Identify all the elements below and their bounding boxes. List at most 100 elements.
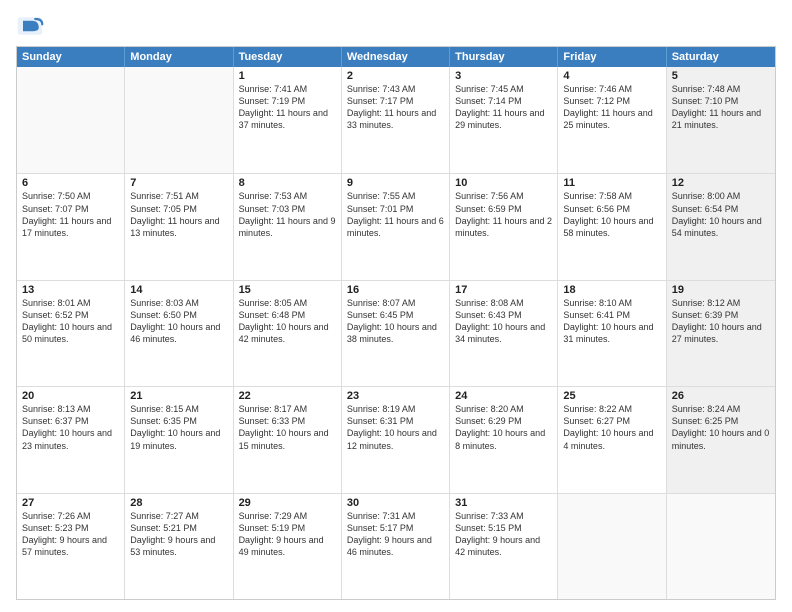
- day-number: 15: [239, 284, 336, 296]
- cell-info: Sunrise: 7:46 AM Sunset: 7:12 PM Dayligh…: [563, 83, 660, 132]
- day-number: 2: [347, 70, 444, 82]
- cal-cell: 24Sunrise: 8:20 AM Sunset: 6:29 PM Dayli…: [450, 387, 558, 492]
- cal-cell: 6Sunrise: 7:50 AM Sunset: 7:07 PM Daylig…: [17, 174, 125, 279]
- calendar-header: SundayMondayTuesdayWednesdayThursdayFrid…: [17, 47, 775, 67]
- cal-cell: 12Sunrise: 8:00 AM Sunset: 6:54 PM Dayli…: [667, 174, 775, 279]
- day-number: 4: [563, 70, 660, 82]
- day-number: 11: [563, 177, 660, 189]
- cal-cell: 7Sunrise: 7:51 AM Sunset: 7:05 PM Daylig…: [125, 174, 233, 279]
- cal-cell: 21Sunrise: 8:15 AM Sunset: 6:35 PM Dayli…: [125, 387, 233, 492]
- cal-cell: 3Sunrise: 7:45 AM Sunset: 7:14 PM Daylig…: [450, 67, 558, 173]
- day-number: 12: [672, 177, 770, 189]
- cell-info: Sunrise: 8:24 AM Sunset: 6:25 PM Dayligh…: [672, 403, 770, 452]
- day-number: 19: [672, 284, 770, 296]
- cal-cell: 30Sunrise: 7:31 AM Sunset: 5:17 PM Dayli…: [342, 494, 450, 599]
- cal-cell: [558, 494, 666, 599]
- cell-info: Sunrise: 8:13 AM Sunset: 6:37 PM Dayligh…: [22, 403, 119, 452]
- cell-info: Sunrise: 7:50 AM Sunset: 7:07 PM Dayligh…: [22, 190, 119, 239]
- header-day-sunday: Sunday: [17, 47, 125, 67]
- calendar-row-4: 20Sunrise: 8:13 AM Sunset: 6:37 PM Dayli…: [17, 386, 775, 492]
- cal-cell: 20Sunrise: 8:13 AM Sunset: 6:37 PM Dayli…: [17, 387, 125, 492]
- cal-cell: 23Sunrise: 8:19 AM Sunset: 6:31 PM Dayli…: [342, 387, 450, 492]
- day-number: 8: [239, 177, 336, 189]
- cal-cell: 2Sunrise: 7:43 AM Sunset: 7:17 PM Daylig…: [342, 67, 450, 173]
- calendar-row-5: 27Sunrise: 7:26 AM Sunset: 5:23 PM Dayli…: [17, 493, 775, 599]
- page: SundayMondayTuesdayWednesdayThursdayFrid…: [0, 0, 792, 612]
- cell-info: Sunrise: 8:08 AM Sunset: 6:43 PM Dayligh…: [455, 297, 552, 346]
- header: [16, 12, 776, 40]
- day-number: 23: [347, 390, 444, 402]
- cell-info: Sunrise: 8:17 AM Sunset: 6:33 PM Dayligh…: [239, 403, 336, 452]
- day-number: 7: [130, 177, 227, 189]
- day-number: 13: [22, 284, 119, 296]
- cal-cell: 19Sunrise: 8:12 AM Sunset: 6:39 PM Dayli…: [667, 281, 775, 386]
- cal-cell: 18Sunrise: 8:10 AM Sunset: 6:41 PM Dayli…: [558, 281, 666, 386]
- cell-info: Sunrise: 8:01 AM Sunset: 6:52 PM Dayligh…: [22, 297, 119, 346]
- cal-cell: 17Sunrise: 8:08 AM Sunset: 6:43 PM Dayli…: [450, 281, 558, 386]
- cell-info: Sunrise: 7:26 AM Sunset: 5:23 PM Dayligh…: [22, 510, 119, 559]
- cal-cell: 9Sunrise: 7:55 AM Sunset: 7:01 PM Daylig…: [342, 174, 450, 279]
- cal-cell: 14Sunrise: 8:03 AM Sunset: 6:50 PM Dayli…: [125, 281, 233, 386]
- cal-cell: 26Sunrise: 8:24 AM Sunset: 6:25 PM Dayli…: [667, 387, 775, 492]
- calendar-row-3: 13Sunrise: 8:01 AM Sunset: 6:52 PM Dayli…: [17, 280, 775, 386]
- header-day-friday: Friday: [558, 47, 666, 67]
- day-number: 3: [455, 70, 552, 82]
- day-number: 26: [672, 390, 770, 402]
- cell-info: Sunrise: 8:00 AM Sunset: 6:54 PM Dayligh…: [672, 190, 770, 239]
- day-number: 20: [22, 390, 119, 402]
- day-number: 21: [130, 390, 227, 402]
- cal-cell: 10Sunrise: 7:56 AM Sunset: 6:59 PM Dayli…: [450, 174, 558, 279]
- cell-info: Sunrise: 7:48 AM Sunset: 7:10 PM Dayligh…: [672, 83, 770, 132]
- day-number: 5: [672, 70, 770, 82]
- cell-info: Sunrise: 7:31 AM Sunset: 5:17 PM Dayligh…: [347, 510, 444, 559]
- cal-cell: [17, 67, 125, 173]
- cal-cell: [125, 67, 233, 173]
- cell-info: Sunrise: 7:33 AM Sunset: 5:15 PM Dayligh…: [455, 510, 552, 559]
- cell-info: Sunrise: 7:27 AM Sunset: 5:21 PM Dayligh…: [130, 510, 227, 559]
- cal-cell: 22Sunrise: 8:17 AM Sunset: 6:33 PM Dayli…: [234, 387, 342, 492]
- cell-info: Sunrise: 7:29 AM Sunset: 5:19 PM Dayligh…: [239, 510, 336, 559]
- day-number: 24: [455, 390, 552, 402]
- cell-info: Sunrise: 8:10 AM Sunset: 6:41 PM Dayligh…: [563, 297, 660, 346]
- cal-cell: 28Sunrise: 7:27 AM Sunset: 5:21 PM Dayli…: [125, 494, 233, 599]
- cell-info: Sunrise: 7:55 AM Sunset: 7:01 PM Dayligh…: [347, 190, 444, 239]
- cal-cell: 5Sunrise: 7:48 AM Sunset: 7:10 PM Daylig…: [667, 67, 775, 173]
- cell-info: Sunrise: 8:03 AM Sunset: 6:50 PM Dayligh…: [130, 297, 227, 346]
- calendar-row-1: 1Sunrise: 7:41 AM Sunset: 7:19 PM Daylig…: [17, 67, 775, 173]
- cell-info: Sunrise: 7:45 AM Sunset: 7:14 PM Dayligh…: [455, 83, 552, 132]
- cell-info: Sunrise: 8:12 AM Sunset: 6:39 PM Dayligh…: [672, 297, 770, 346]
- cell-info: Sunrise: 7:56 AM Sunset: 6:59 PM Dayligh…: [455, 190, 552, 239]
- cal-cell: 11Sunrise: 7:58 AM Sunset: 6:56 PM Dayli…: [558, 174, 666, 279]
- day-number: 22: [239, 390, 336, 402]
- cal-cell: 8Sunrise: 7:53 AM Sunset: 7:03 PM Daylig…: [234, 174, 342, 279]
- day-number: 28: [130, 497, 227, 509]
- header-day-saturday: Saturday: [667, 47, 775, 67]
- cal-cell: 16Sunrise: 8:07 AM Sunset: 6:45 PM Dayli…: [342, 281, 450, 386]
- cell-info: Sunrise: 7:41 AM Sunset: 7:19 PM Dayligh…: [239, 83, 336, 132]
- cal-cell: 13Sunrise: 8:01 AM Sunset: 6:52 PM Dayli…: [17, 281, 125, 386]
- day-number: 1: [239, 70, 336, 82]
- cal-cell: 1Sunrise: 7:41 AM Sunset: 7:19 PM Daylig…: [234, 67, 342, 173]
- calendar: SundayMondayTuesdayWednesdayThursdayFrid…: [16, 46, 776, 600]
- cell-info: Sunrise: 8:22 AM Sunset: 6:27 PM Dayligh…: [563, 403, 660, 452]
- day-number: 25: [563, 390, 660, 402]
- day-number: 9: [347, 177, 444, 189]
- cell-info: Sunrise: 7:58 AM Sunset: 6:56 PM Dayligh…: [563, 190, 660, 239]
- cell-info: Sunrise: 7:43 AM Sunset: 7:17 PM Dayligh…: [347, 83, 444, 132]
- day-number: 18: [563, 284, 660, 296]
- cal-cell: 4Sunrise: 7:46 AM Sunset: 7:12 PM Daylig…: [558, 67, 666, 173]
- day-number: 6: [22, 177, 119, 189]
- calendar-row-2: 6Sunrise: 7:50 AM Sunset: 7:07 PM Daylig…: [17, 173, 775, 279]
- cal-cell: 25Sunrise: 8:22 AM Sunset: 6:27 PM Dayli…: [558, 387, 666, 492]
- cell-info: Sunrise: 8:20 AM Sunset: 6:29 PM Dayligh…: [455, 403, 552, 452]
- calendar-body: 1Sunrise: 7:41 AM Sunset: 7:19 PM Daylig…: [17, 67, 775, 599]
- cell-info: Sunrise: 8:15 AM Sunset: 6:35 PM Dayligh…: [130, 403, 227, 452]
- day-number: 10: [455, 177, 552, 189]
- header-day-monday: Monday: [125, 47, 233, 67]
- cell-info: Sunrise: 8:19 AM Sunset: 6:31 PM Dayligh…: [347, 403, 444, 452]
- day-number: 17: [455, 284, 552, 296]
- cell-info: Sunrise: 7:53 AM Sunset: 7:03 PM Dayligh…: [239, 190, 336, 239]
- cell-info: Sunrise: 7:51 AM Sunset: 7:05 PM Dayligh…: [130, 190, 227, 239]
- day-number: 16: [347, 284, 444, 296]
- cal-cell: 15Sunrise: 8:05 AM Sunset: 6:48 PM Dayli…: [234, 281, 342, 386]
